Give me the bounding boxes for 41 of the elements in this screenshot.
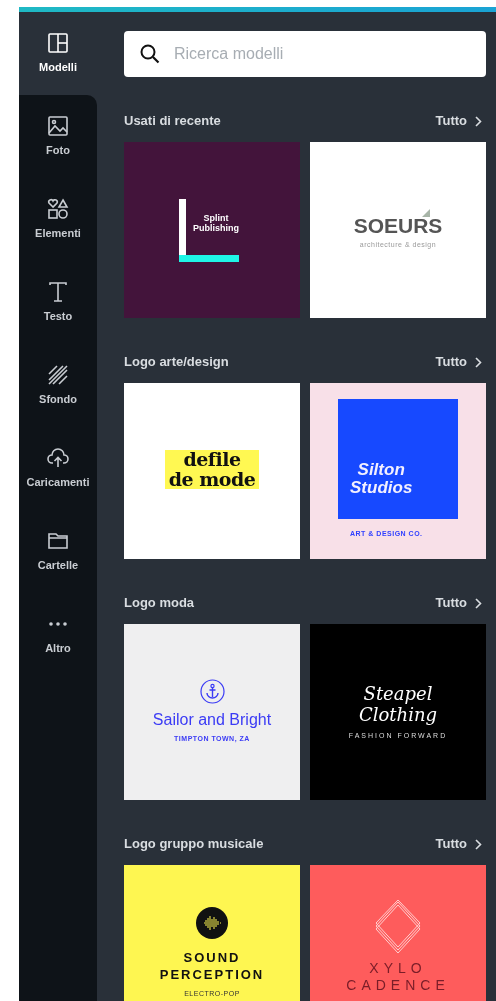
logo-title: SOEURS (353, 215, 443, 238)
shapes-icon (47, 197, 69, 220)
logo-title: defile de mode (168, 449, 256, 490)
section-title: Logo moda (124, 594, 195, 613)
diamond-icon (373, 899, 423, 956)
triangle-icon (422, 209, 430, 218)
see-all-link[interactable]: Tutto (435, 834, 486, 854)
chevron-right-icon (475, 838, 482, 850)
section-title: Usati di recente (124, 112, 221, 131)
logo-title: Sailor and Bright (152, 712, 272, 730)
sidebar-item[interactable]: Elementi (19, 178, 97, 261)
template-thumbnail[interactable]: Splint Publishing (124, 142, 300, 318)
section-title: Logo gruppo musicale (124, 835, 264, 854)
sidebar-item[interactable]: Caricamenti (19, 427, 97, 510)
see-all-link[interactable]: Tutto (435, 111, 486, 131)
chevron-right-icon (475, 597, 482, 609)
see-all-link[interactable]: Tutto (435, 352, 486, 372)
search-field[interactable]: Ricerca modelli (124, 31, 486, 77)
more-icon (49, 621, 67, 626)
logo-title: XYLO CADENCE (346, 959, 450, 995)
sidebar-item[interactable]: Foto (19, 95, 97, 178)
cloud-upload-icon (47, 446, 69, 469)
image-icon (47, 114, 69, 137)
sidebar-item[interactable]: Testo (19, 261, 97, 344)
logo-title: Steapel Clothing (358, 682, 438, 726)
section-title: Logo arte/design (124, 353, 229, 372)
layout-icon (47, 31, 69, 54)
sidebar-item[interactable]: Sfondo (19, 344, 97, 427)
chevron-right-icon (475, 356, 482, 368)
template-thumbnail[interactable]: defile de mode (124, 383, 300, 559)
logo-title: SOUND PERCEPTION (159, 948, 265, 984)
sidebar-item[interactable]: Cartelle (19, 510, 97, 593)
logo-title: Silton Studios (350, 461, 413, 497)
sound-wave-icon (196, 906, 228, 939)
sidebar-item[interactable]: Altro (19, 593, 97, 676)
anchor-icon (199, 679, 225, 705)
chevron-right-icon (475, 115, 482, 127)
text-icon (47, 280, 69, 303)
stripes-icon (47, 363, 69, 386)
logo-title: Splint Publishing (193, 214, 239, 233)
see-all-link[interactable]: Tutto (435, 593, 486, 613)
